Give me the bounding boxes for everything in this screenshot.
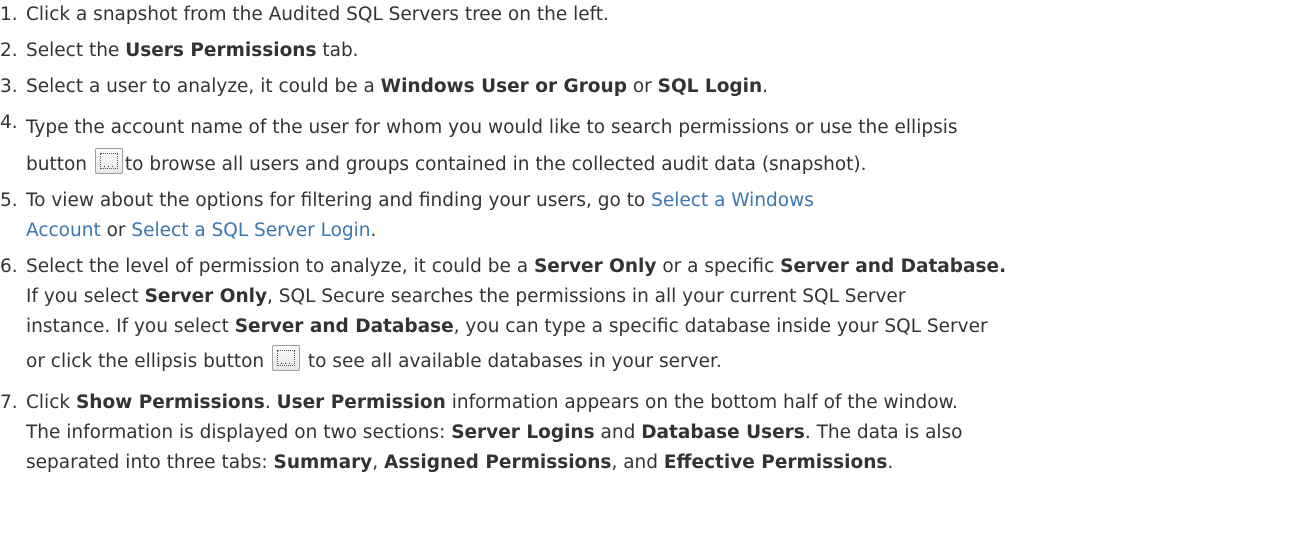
ellipsis-button-icon: ... bbox=[94, 148, 123, 174]
step-text: . bbox=[887, 452, 894, 473]
step-text: or bbox=[626, 76, 658, 97]
step-text: The information is displayed on two sect… bbox=[26, 422, 452, 443]
step-text: to browse all users and groups contained… bbox=[124, 154, 867, 175]
step-1: 1. Click a snapshot from the Audited SQL… bbox=[0, 0, 1310, 30]
step-text: , bbox=[372, 452, 385, 473]
option-server-and-database: Server and Database. bbox=[780, 256, 1007, 277]
step-text: . bbox=[370, 220, 377, 241]
step-text: Select a user to analyze, it could be a bbox=[26, 76, 381, 97]
step-number: 3. bbox=[0, 76, 18, 97]
step-text: instance. If you select bbox=[26, 316, 235, 337]
step-text-line: or click the ellipsis button ... to see … bbox=[26, 342, 722, 382]
option-server-only: Server Only bbox=[533, 256, 657, 277]
step-text: tab. bbox=[316, 40, 359, 61]
step-text: Click bbox=[26, 392, 76, 413]
step-6: 6. Select the level of permission to ana… bbox=[0, 252, 1310, 382]
tab-name-summary: Summary bbox=[273, 452, 373, 473]
link-text: Account bbox=[26, 220, 101, 241]
step-text: , you can type a specific database insid… bbox=[453, 316, 988, 337]
step-text: Select the bbox=[26, 40, 126, 61]
section-name-user-permission: User Permission bbox=[276, 392, 446, 413]
step-text: . bbox=[264, 392, 277, 413]
step-text: information appears on the bottom half o… bbox=[445, 392, 958, 413]
step-text: . The data is also bbox=[804, 422, 963, 443]
steps-list: 1. Click a snapshot from the Audited SQL… bbox=[0, 0, 1310, 478]
step-number: 2. bbox=[0, 40, 18, 61]
option-sql-login: SQL Login bbox=[657, 76, 763, 97]
button-name-show-permissions: Show Permissions bbox=[75, 392, 265, 413]
tab-name-assigned-permissions: Assigned Permissions bbox=[384, 452, 612, 473]
step-number: 4. bbox=[0, 112, 18, 133]
ellipsis-dots: ... bbox=[280, 357, 292, 367]
option-server-and-database: Server and Database bbox=[234, 316, 454, 337]
step-5: 5. To view about the options for filteri… bbox=[0, 186, 1310, 246]
step-number: 7. bbox=[0, 392, 18, 413]
document-page: 1. Click a snapshot from the Audited SQL… bbox=[0, 0, 1310, 555]
step-3: 3. Select a user to analyze, it could be… bbox=[0, 72, 1310, 102]
option-server-only: Server Only bbox=[144, 286, 268, 307]
step-7: 7. Click Show Permissions. User Permissi… bbox=[0, 388, 1310, 478]
step-text: , and bbox=[611, 452, 664, 473]
step-number: 5. bbox=[0, 190, 18, 211]
step-text: or click the ellipsis button bbox=[26, 351, 271, 372]
step-text: , SQL Secure searches the permissions in… bbox=[267, 286, 906, 307]
step-text: Type the account name of the user for wh… bbox=[26, 117, 958, 138]
step-text: If you select bbox=[26, 286, 145, 307]
step-text: To view about the options for filtering … bbox=[26, 190, 652, 211]
step-text: . bbox=[762, 76, 769, 97]
step-text: Select the level of permission to analyz… bbox=[26, 256, 534, 277]
option-windows-user-or-group: Windows User or Group bbox=[380, 76, 627, 97]
tab-name-effective-permissions: Effective Permissions bbox=[663, 452, 888, 473]
step-2: 2. Select the Users Permissions tab. bbox=[0, 36, 1310, 66]
step-number: 1. bbox=[0, 4, 18, 25]
step-4: 4. Type the account name of the user for… bbox=[0, 108, 1310, 180]
step-text: or bbox=[100, 220, 132, 241]
step-text: and bbox=[594, 422, 642, 443]
step-text: separated into three tabs: bbox=[26, 452, 274, 473]
section-name-server-logins: Server Logins bbox=[451, 422, 595, 443]
step-text-line: Type the account name of the user for wh… bbox=[26, 108, 1310, 148]
step-number: 6. bbox=[0, 256, 18, 277]
step-text: or a specific bbox=[656, 256, 781, 277]
ellipsis-dots: ... bbox=[103, 160, 115, 170]
select-sql-server-login-link[interactable]: Select a SQL Server Login bbox=[131, 220, 370, 241]
step-text: Click a snapshot from the Audited SQL Se… bbox=[26, 4, 609, 25]
section-name-database-users: Database Users bbox=[641, 422, 805, 443]
link-text: Select a Windows bbox=[651, 190, 814, 211]
ellipsis-button-icon: ... bbox=[272, 345, 301, 371]
step-text: to see all available databases in your s… bbox=[302, 351, 722, 372]
step-text: button bbox=[26, 154, 93, 175]
tab-name-users-permissions: Users Permissions bbox=[125, 40, 317, 61]
